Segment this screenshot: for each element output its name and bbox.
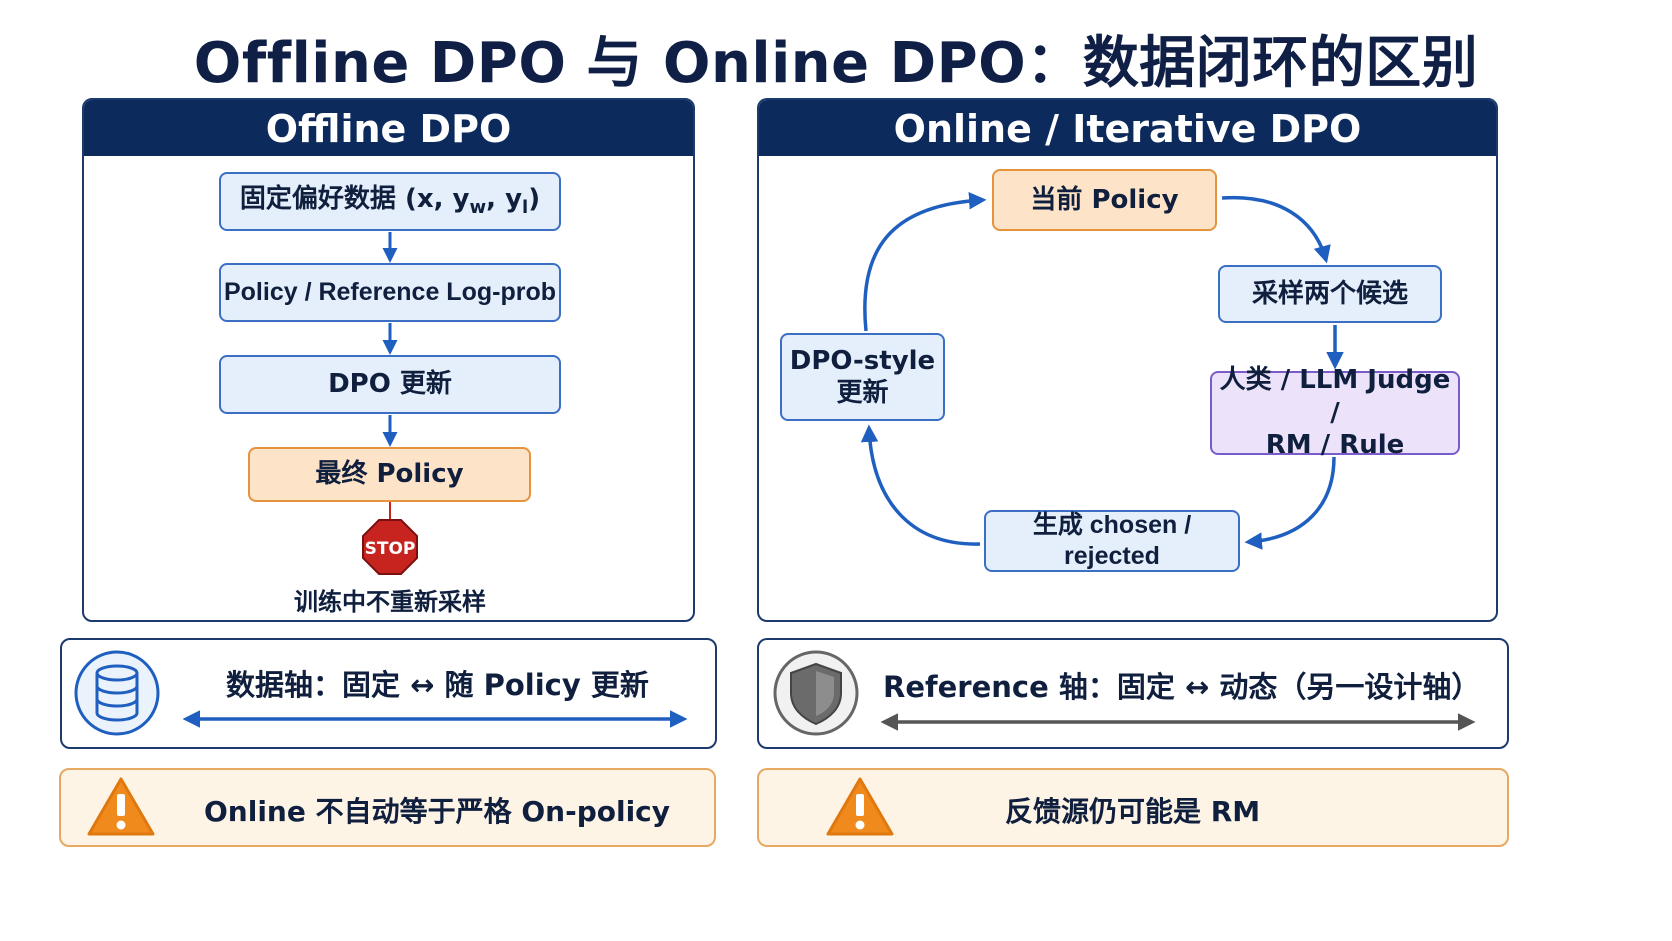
- database-icon: [74, 650, 160, 736]
- arrow-judge-to-generate: [1244, 456, 1336, 550]
- arrow-update-to-current: [863, 192, 987, 332]
- diagram-overlay: STOP: [74, 192, 1476, 836]
- warning-icon: [826, 777, 894, 836]
- shield-icon: [773, 650, 859, 736]
- warning-icon: [87, 777, 155, 836]
- arrow-generate-to-update: [860, 424, 981, 546]
- arrow-current-to-sample: [1221, 195, 1331, 264]
- stop-sign-text: STOP: [365, 539, 416, 559]
- stop-sign-icon: STOP: [362, 519, 418, 575]
